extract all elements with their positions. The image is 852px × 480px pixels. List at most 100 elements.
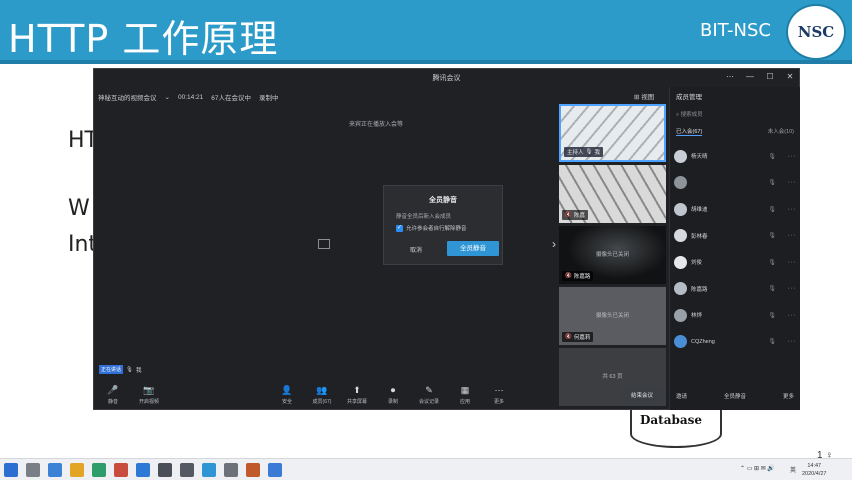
meeting-app-icon[interactable]: [202, 463, 216, 477]
tile-camera-off: 摄像头已关闭: [595, 313, 629, 319]
participant-row[interactable]: CQZheng 🎙 ···: [674, 329, 798, 356]
members-button[interactable]: 👥 成员(67): [305, 385, 339, 405]
tab-joined[interactable]: 已入会(67): [676, 127, 703, 136]
avatar: [674, 308, 687, 322]
more-icon[interactable]: ···: [788, 338, 797, 345]
app-icon[interactable]: [268, 463, 282, 477]
system-clock[interactable]: 14:47 2020/4/27: [802, 462, 826, 478]
meeting-name[interactable]: 神秘互动的视频会议: [98, 92, 157, 102]
clock-date: 2020/4/27: [802, 471, 827, 477]
mic-muted-icon[interactable]: 🎙: [768, 285, 776, 292]
apps-button[interactable]: ▦ 应用: [448, 385, 482, 405]
participant-search-input[interactable]: ⌕ 搜索成员: [676, 109, 794, 121]
file-explorer-icon[interactable]: [70, 463, 84, 477]
participant-row[interactable]: 刘俊 🎙 ···: [674, 249, 798, 276]
app-icon[interactable]: [114, 463, 128, 477]
close-icon[interactable]: ✕: [785, 72, 795, 82]
speaking-name: 我: [136, 367, 142, 374]
more-button[interactable]: ⋯ 更多: [482, 385, 516, 405]
participant-row[interactable]: 彭林春 🎙 ···: [674, 223, 798, 250]
participant-list: 杨天晴 🎙 ··· 🎙 ··· 胡维迪 🎙 ··· 彭林春 🎙 ··· 刘俊 🎙…: [674, 143, 798, 355]
avatar: [674, 255, 687, 269]
participant-row[interactable]: 杨天晴 🎙 ···: [674, 143, 798, 170]
participant-row[interactable]: 陈嘉路 🎙 ···: [674, 276, 798, 303]
mute-button[interactable]: 🎤 静音: [96, 385, 130, 405]
panel-more-button[interactable]: 更多: [783, 392, 794, 400]
meeting-window: 腾讯会议 ⋯ — ☐ ✕ 神秘互动的视频会议 ⌄ 00:14:21 67人在会议…: [93, 68, 800, 410]
more-icon: ⋯: [494, 385, 504, 395]
mic-icon: 🎙: [126, 366, 133, 373]
video-tile[interactable]: 摄像头已关闭 🔇 何嘉莉: [559, 287, 666, 345]
mic-muted-icon[interactable]: 🎙: [768, 338, 776, 345]
notes-button[interactable]: ✎ 会议记录: [412, 385, 446, 405]
mic-muted-icon[interactable]: 🎙: [768, 259, 776, 266]
avatar: [674, 335, 687, 349]
more-icon[interactable]: ···: [788, 232, 797, 239]
mic-muted-icon[interactable]: 🎙: [768, 179, 776, 186]
toolbar-label: 安全: [281, 399, 292, 405]
toolbar-label: 录制: [387, 399, 398, 405]
browser-icon[interactable]: [92, 463, 106, 477]
invite-button[interactable]: 邀请: [676, 392, 687, 400]
record-button[interactable]: ⏺ 录制: [376, 385, 410, 405]
video-button[interactable]: 📷 开启视频: [132, 385, 166, 405]
slide-header: HTTP 工作原理 BIT-NSC NSC: [0, 0, 852, 64]
tile-name: 何嘉莉: [573, 335, 591, 341]
video-tile[interactable]: 🔇 陈嘉: [559, 165, 666, 223]
tray-icons[interactable]: ⌃ ▭ ⊞ ✉ 🔊: [740, 465, 775, 472]
meeting-titlebar[interactable]: 腾讯会议 ⋯ — ☐ ✕: [94, 69, 799, 87]
more-icon[interactable]: ···: [788, 285, 797, 292]
tab-not-joined[interactable]: 未入会(10): [768, 127, 794, 136]
participant-row[interactable]: 林烨 🎙 ···: [674, 302, 798, 329]
chevron-right-icon[interactable]: ›: [552, 237, 556, 251]
more-icon[interactable]: ···: [788, 153, 797, 160]
end-meeting-button[interactable]: 结束会议: [621, 389, 663, 403]
toolbar-label: 共享屏幕: [346, 399, 367, 405]
steam-icon[interactable]: [158, 463, 172, 477]
participant-name: 林烨: [691, 313, 703, 320]
panel-title: 成员管理: [676, 94, 702, 101]
vscode-icon[interactable]: [136, 463, 150, 477]
host-tag: 主持人: [567, 150, 584, 156]
checkbox-label: 允许参会者自行解除静音: [406, 226, 467, 232]
apps-icon: ▦: [460, 385, 470, 395]
chevron-down-icon[interactable]: ⌄: [165, 93, 170, 101]
allow-unmute-checkbox[interactable]: ✓ 允许参会者自行解除静音: [396, 224, 467, 232]
cancel-button[interactable]: 取消: [396, 244, 436, 258]
share-icon: ⬆: [353, 385, 361, 395]
maximize-icon[interactable]: ☐: [765, 72, 775, 82]
more-icon[interactable]: ···: [788, 312, 797, 319]
microphone-icon: 🎤: [107, 385, 119, 395]
confirm-mute-all-button[interactable]: 全员静音: [447, 241, 499, 256]
participant-row[interactable]: 🎙 ···: [674, 170, 798, 197]
view-button[interactable]: ⊞ 视图: [634, 91, 654, 101]
task-view-icon[interactable]: [48, 463, 62, 477]
tile-badge: 🔇 陈嘉路: [562, 271, 594, 281]
pin-icon[interactable]: ⋯: [725, 72, 735, 82]
share-screen-button[interactable]: ⬆ 共享屏幕: [340, 385, 374, 405]
more-icon[interactable]: ···: [788, 179, 797, 186]
avatar: [674, 149, 687, 163]
tile-name: 陈嘉路: [573, 274, 591, 280]
start-icon[interactable]: [4, 463, 18, 477]
checkmark-icon[interactable]: ✓: [396, 224, 403, 232]
powerpoint-icon[interactable]: [246, 463, 260, 477]
security-button[interactable]: 👤 安全: [270, 385, 304, 405]
mic-muted-icon[interactable]: 🎙: [768, 206, 776, 213]
app-icon[interactable]: [180, 463, 194, 477]
more-icon[interactable]: ···: [788, 206, 797, 213]
app-icon[interactable]: [224, 463, 238, 477]
video-tile[interactable]: 摄像头已关闭 🔇 陈嘉路: [559, 226, 666, 284]
search-icon[interactable]: [26, 463, 40, 477]
mic-muted-icon[interactable]: 🎙: [768, 232, 776, 239]
mute-all-button[interactable]: 全员静音: [724, 392, 746, 400]
minimize-icon[interactable]: —: [745, 72, 755, 82]
participant-row[interactable]: 胡维迪 🎙 ···: [674, 196, 798, 223]
clock-time: 14:47: [807, 463, 822, 469]
video-tile[interactable]: 主持人 🎙 我: [559, 104, 666, 162]
mic-muted-icon[interactable]: 🎙: [768, 153, 776, 160]
input-language[interactable]: 英: [790, 465, 796, 474]
search-placeholder: 搜索成员: [680, 112, 703, 118]
more-icon[interactable]: ···: [788, 259, 797, 266]
mic-muted-icon[interactable]: 🎙: [768, 312, 776, 319]
